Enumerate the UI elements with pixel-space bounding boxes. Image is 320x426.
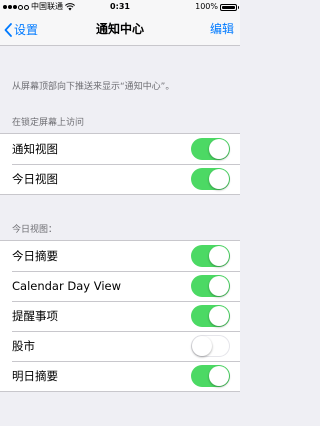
row-label: 今日摘要	[12, 249, 58, 263]
toggle-knob	[209, 366, 229, 386]
today-view-toggle[interactable]	[191, 168, 230, 190]
list-item-calendar-day-view: Calendar Day View	[0, 271, 240, 301]
row-label: 今日视图	[12, 172, 58, 186]
toggle-knob	[209, 246, 229, 266]
toggle-knob	[209, 169, 229, 189]
row-label: 通知视图	[12, 142, 58, 156]
back-button[interactable]: 设置	[4, 14, 38, 45]
list-item-tomorrow-summary: 明日摘要	[0, 361, 240, 391]
chevron-left-icon	[4, 22, 12, 37]
status-right: 100%	[195, 0, 239, 14]
calendar-day-view-toggle[interactable]	[191, 275, 230, 297]
battery-percentage: 100%	[195, 2, 218, 11]
row-label: 提醒事项	[12, 309, 58, 323]
toggle-knob	[209, 306, 229, 326]
toggle-knob	[209, 139, 229, 159]
section-header-lock-screen: 在锁定屏幕上访问	[12, 118, 85, 128]
battery-icon	[220, 3, 239, 11]
row-label: 明日摘要	[12, 369, 58, 383]
stocks-toggle[interactable]	[191, 335, 230, 357]
lock-screen-group: 通知视图 今日视图	[0, 133, 240, 195]
list-item-today-summary: 今日摘要	[0, 241, 240, 271]
navigation-bar: 设置 通知中心 编辑	[0, 14, 240, 46]
row-label: Calendar Day View	[12, 279, 122, 293]
status-bar: 中国联通 0:31 100%	[0, 0, 240, 14]
description-text: 从屏幕顶部向下推送来显示“通知中心”。	[12, 82, 175, 92]
list-item-stocks: 股市	[0, 331, 240, 361]
toggle-knob	[192, 336, 212, 356]
tomorrow-summary-toggle[interactable]	[191, 365, 230, 387]
today-summary-toggle[interactable]	[191, 245, 230, 267]
row-label: 股市	[12, 339, 35, 353]
edit-button[interactable]: 编辑	[210, 14, 234, 45]
list-item-notifications-view: 通知视图	[0, 134, 240, 164]
back-button-label: 设置	[14, 23, 39, 37]
toggle-knob	[209, 276, 229, 296]
today-view-group: 今日摘要 Calendar Day View 提醒事项 股市 明日摘要	[0, 240, 240, 392]
notifications-view-toggle[interactable]	[191, 138, 230, 160]
list-item-reminders: 提醒事项	[0, 301, 240, 331]
section-header-today-view: 今日视图：	[12, 225, 58, 235]
reminders-toggle[interactable]	[191, 305, 230, 327]
list-item-today-view: 今日视图	[0, 164, 240, 194]
